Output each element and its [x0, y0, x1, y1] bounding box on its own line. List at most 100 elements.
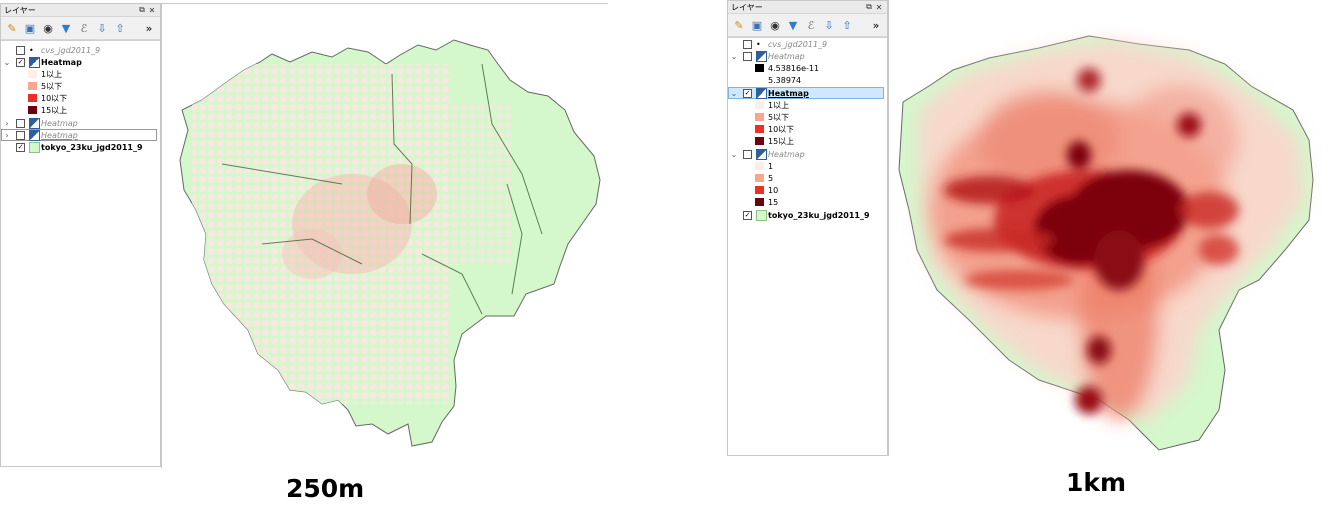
- close-icon[interactable]: ✕: [874, 3, 884, 12]
- collapse-all-icon[interactable]: ⇧: [840, 18, 854, 32]
- raster-layer-icon: [756, 87, 767, 99]
- legend-label: 5以下: [41, 81, 63, 91]
- legend-item: 1以上: [1, 68, 160, 80]
- legend-item: 10以下: [728, 123, 887, 135]
- legend-swatch: [28, 94, 37, 102]
- map-canvas-left[interactable]: [161, 3, 608, 468]
- add-group-icon[interactable]: ▣: [23, 21, 37, 35]
- layer-tree: • cvs_jgd2011_9 ⌄ ✓ Heatmap 1以上 5以下 10以下…: [1, 40, 160, 466]
- collapse-arrow-icon[interactable]: ⌄: [3, 58, 11, 67]
- layer-checkbox[interactable]: [16, 130, 25, 140]
- layer-row-heatmap-3[interactable]: › Heatmap: [1, 129, 157, 141]
- layer-row-tokyo[interactable]: ✓ tokyo_23ku_jgd2011_9: [1, 141, 160, 153]
- more-icon[interactable]: »: [142, 21, 156, 35]
- expression-filter-icon[interactable]: ℰ: [804, 18, 818, 32]
- layer-row-heatmap-1[interactable]: ⌄ ✓ Heatmap: [1, 56, 160, 68]
- style-brush-icon[interactable]: ✎: [732, 18, 746, 32]
- layer-row-cvs[interactable]: • cvs_jgd2011_9: [1, 44, 160, 56]
- legend-swatch: [755, 113, 764, 121]
- expression-filter-icon[interactable]: ℰ: [77, 21, 91, 35]
- layer-checkbox[interactable]: [743, 39, 752, 49]
- layer-tree: • cvs_jgd2011_9 ⌄ Heatmap 4.53816e-11 5.…: [728, 37, 887, 455]
- legend-item: 5以下: [1, 80, 160, 92]
- layer-checkbox[interactable]: ✓: [743, 210, 752, 220]
- layer-name: tokyo_23ku_jgd2011_9: [41, 142, 143, 152]
- layer-name: tokyo_23ku_jgd2011_9: [768, 210, 870, 220]
- expand-arrow-icon[interactable]: ›: [3, 131, 11, 140]
- layer-row-heatmap-1[interactable]: ⌄ Heatmap: [728, 50, 887, 62]
- raster-layer-icon: [756, 148, 767, 160]
- layer-checkbox[interactable]: ✓: [743, 88, 752, 98]
- layer-checkbox[interactable]: [16, 118, 25, 128]
- layer-row-cvs[interactable]: • cvs_jgd2011_9: [728, 38, 887, 50]
- layer-name: Heatmap: [768, 149, 805, 159]
- visibility-eye-icon[interactable]: ◉: [41, 21, 55, 35]
- panel-title: レイヤー: [731, 2, 763, 12]
- legend-swatch: [28, 82, 37, 90]
- legend-label: 15以上: [41, 105, 68, 115]
- close-icon[interactable]: ✕: [147, 6, 157, 15]
- legend-label: 5: [768, 173, 774, 183]
- map-canvas-right[interactable]: [888, 0, 1329, 456]
- panel-titlebar: レイヤー ⧉ ✕: [728, 1, 887, 14]
- collapse-all-icon[interactable]: ⇧: [113, 21, 127, 35]
- point-layer-icon: •: [756, 39, 761, 49]
- legend-item: 15以上: [1, 104, 160, 116]
- layer-checkbox[interactable]: ✓: [16, 142, 25, 152]
- layer-row-heatmap-2[interactable]: ⌄ ✓ Heatmap: [728, 87, 884, 99]
- visibility-eye-icon[interactable]: ◉: [768, 18, 782, 32]
- legend-label: 15以上: [768, 136, 795, 146]
- float-icon[interactable]: ⧉: [137, 5, 147, 15]
- collapse-arrow-icon[interactable]: ⌄: [730, 89, 738, 98]
- legend-item: 5以下: [728, 111, 887, 123]
- layer-row-heatmap-3[interactable]: ⌄ Heatmap: [728, 148, 887, 160]
- layers-panel-left: レイヤー ⧉ ✕ ✎ ▣ ◉ ▼ ℰ ⇩ ⇧ » • cvs_jgd2011_9…: [0, 3, 161, 467]
- layer-checkbox[interactable]: [743, 149, 752, 159]
- caption-250m: 250m: [286, 474, 365, 503]
- expand-all-icon[interactable]: ⇩: [95, 21, 109, 35]
- legend-item: 10: [728, 184, 887, 196]
- more-icon[interactable]: »: [869, 18, 883, 32]
- heatmap-map-250m: [179, 39, 601, 447]
- legend-item: 5: [728, 172, 887, 184]
- collapse-arrow-icon[interactable]: ⌄: [730, 52, 738, 61]
- add-group-icon[interactable]: ▣: [750, 18, 764, 32]
- expand-all-icon[interactable]: ⇩: [822, 18, 836, 32]
- layer-row-heatmap-2[interactable]: › Heatmap: [1, 117, 160, 129]
- legend-swatch: [755, 101, 764, 109]
- legend-swatch: [755, 174, 764, 182]
- legend-label: 1以上: [41, 69, 63, 79]
- legend-item: 10以下: [1, 92, 160, 104]
- expand-arrow-icon[interactable]: ›: [3, 119, 11, 128]
- legend-swatch: [755, 186, 764, 194]
- layer-row-tokyo[interactable]: ✓ tokyo_23ku_jgd2011_9: [728, 209, 887, 221]
- style-brush-icon[interactable]: ✎: [5, 21, 19, 35]
- legend-item: 5.38974: [728, 74, 887, 86]
- layer-name: Heatmap: [41, 130, 78, 140]
- legend-label: 10: [768, 185, 779, 195]
- collapse-arrow-icon[interactable]: ⌄: [730, 150, 738, 159]
- legend-label: 4.53816e-11: [768, 63, 820, 73]
- legend-swatch: [755, 198, 764, 206]
- layer-checkbox[interactable]: ✓: [16, 57, 25, 67]
- layer-checkbox[interactable]: [743, 51, 752, 61]
- float-icon[interactable]: ⧉: [864, 2, 874, 12]
- layers-toolbar: ✎ ▣ ◉ ▼ ℰ ⇩ ⇧ »: [1, 17, 160, 40]
- panel-title: レイヤー: [4, 5, 36, 15]
- layer-name: Heatmap: [41, 57, 82, 67]
- layer-checkbox[interactable]: [16, 45, 25, 55]
- legend-label: 1以上: [768, 100, 790, 110]
- legend-item: 15: [728, 196, 887, 208]
- legend-item: 4.53816e-11: [728, 62, 887, 74]
- legend-label: 5.38974: [768, 75, 802, 85]
- legend-label: 10以下: [41, 93, 68, 103]
- filter-icon[interactable]: ▼: [59, 21, 73, 35]
- layer-name: cvs_jgd2011_9: [41, 45, 101, 55]
- legend-label: 1: [768, 161, 774, 171]
- legend-label: 15: [768, 197, 779, 207]
- point-layer-icon: •: [29, 45, 34, 55]
- legend-item: 1以上: [728, 99, 887, 111]
- layer-name: cvs_jgd2011_9: [768, 39, 828, 49]
- filter-icon[interactable]: ▼: [786, 18, 800, 32]
- legend-swatch: [755, 64, 764, 72]
